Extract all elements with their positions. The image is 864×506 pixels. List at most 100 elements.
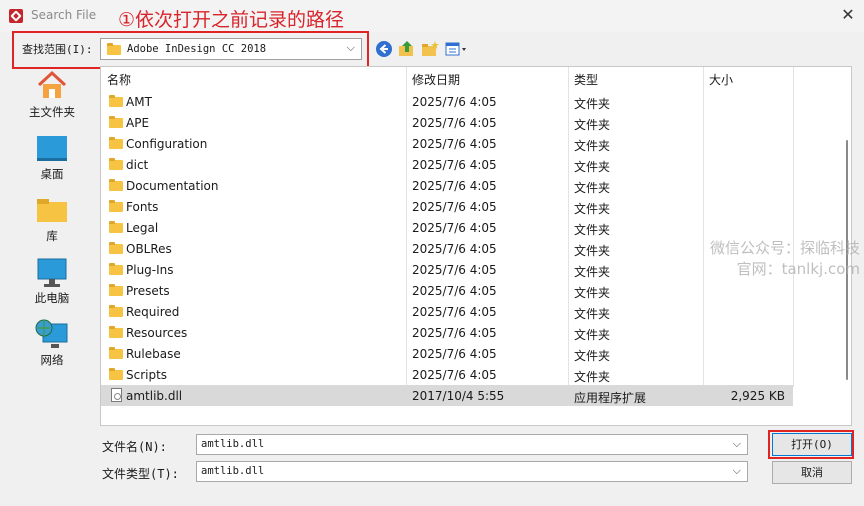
lookin-value: Adobe InDesign CC 2018 (127, 43, 267, 55)
places-sidebar: 主文件夹 桌面 库 此电脑 网络 (14, 66, 90, 426)
file-type: 文件夹 (574, 349, 611, 363)
file-row[interactable]: Required 2025/7/6 4:05 文件夹 (101, 301, 793, 322)
file-modified: 2025/7/6 4:05 (412, 368, 497, 382)
place-home[interactable]: 主文件夹 (14, 66, 90, 126)
annotation-step-1: ①依次打开之前记录的路径 (118, 9, 345, 31)
file-name: APE (126, 116, 150, 130)
filetype-select[interactable]: amtlib.dll ⌵ (196, 461, 748, 482)
file-name: Required (126, 305, 180, 319)
filename-label: 文件名(N): (102, 440, 167, 454)
folder-icon (109, 137, 123, 149)
file-row[interactable]: Scripts 2025/7/6 4:05 文件夹 (101, 364, 793, 385)
view-menu-icon[interactable] (445, 40, 471, 58)
file-modified: 2025/7/6 4:05 (412, 116, 497, 130)
up-folder-icon[interactable] (398, 40, 416, 58)
file-type: 文件夹 (574, 370, 611, 384)
chevron-down-icon: ⌵ (732, 464, 741, 477)
dll-file-icon (111, 388, 122, 402)
desktop-icon (37, 136, 67, 161)
file-modified: 2025/7/6 4:05 (412, 305, 497, 319)
file-name: amtlib.dll (126, 389, 183, 403)
chevron-down-icon: ⌵ (346, 41, 355, 54)
file-name: Presets (126, 284, 170, 298)
place-label: 此电脑 (34, 291, 70, 305)
file-type: 文件夹 (574, 118, 611, 132)
file-row[interactable]: Documentation 2025/7/6 4:05 文件夹 (101, 175, 793, 196)
file-type: 文件夹 (574, 181, 611, 195)
folder-icon (109, 95, 123, 107)
network-icon (35, 319, 68, 348)
file-list-header: 名称 修改日期 类型 大小 (101, 67, 851, 89)
file-row[interactable]: Fonts 2025/7/6 4:05 文件夹 (101, 196, 793, 217)
file-row[interactable]: Legal 2025/7/6 4:05 文件夹 (101, 217, 793, 238)
open-button[interactable]: 打开(O) (772, 433, 852, 456)
file-modified: 2025/7/6 4:05 (412, 242, 497, 256)
place-network[interactable]: 网络 (14, 314, 90, 374)
folder-icon (109, 116, 123, 128)
file-name: Rulebase (126, 347, 181, 361)
column-name[interactable]: 名称 (107, 71, 131, 88)
file-type: 文件夹 (574, 97, 611, 111)
chevron-down-icon[interactable]: ⌵ (733, 437, 741, 451)
new-folder-icon[interactable] (421, 40, 439, 58)
folder-icon (107, 43, 121, 55)
file-modified: 2025/7/6 4:05 (412, 95, 497, 109)
file-modified: 2025/7/6 4:05 (412, 326, 497, 340)
file-row[interactable]: dict 2025/7/6 4:05 文件夹 (101, 154, 793, 175)
file-name: Plug-Ins (126, 263, 174, 277)
file-name: Resources (126, 326, 188, 340)
file-row[interactable]: APE 2025/7/6 4:05 文件夹 (101, 112, 793, 133)
file-modified: 2025/7/6 4:05 (412, 284, 497, 298)
file-name: Documentation (126, 179, 219, 193)
file-modified: 2025/7/6 4:05 (412, 179, 497, 193)
column-size[interactable]: 大小 (709, 71, 733, 88)
file-modified: 2025/7/6 4:05 (412, 200, 497, 214)
folder-icon (109, 305, 123, 317)
filetype-label: 文件类型(T): (102, 467, 179, 481)
close-button[interactable]: ✕ (838, 5, 858, 25)
folder-icon (109, 242, 123, 254)
back-icon[interactable] (375, 40, 393, 58)
file-row[interactable]: amtlib.dll 2017/10/4 5:55 应用程序扩展 2,925 KB (101, 385, 793, 406)
file-modified: 2025/7/6 4:05 (412, 137, 497, 151)
window-title: Search File (31, 8, 97, 22)
file-name: Legal (126, 221, 159, 235)
filename-input[interactable]: amtlib.dll ⌵ (196, 434, 748, 455)
folder-icon (109, 347, 123, 359)
file-name: OBLRes (126, 242, 172, 256)
place-desktop[interactable]: 桌面 (14, 128, 90, 188)
file-name: Fonts (126, 200, 159, 214)
folder-icon (109, 221, 123, 233)
file-type: 文件夹 (574, 160, 611, 174)
file-row[interactable]: Configuration 2025/7/6 4:05 文件夹 (101, 133, 793, 154)
folder-icon (109, 158, 123, 170)
column-type[interactable]: 类型 (574, 71, 598, 88)
watermark-site: 官网：tanlkj.com (736, 260, 860, 278)
file-type: 文件夹 (574, 286, 611, 300)
file-row[interactable]: Presets 2025/7/6 4:05 文件夹 (101, 280, 793, 301)
file-size: 2,925 KB (730, 389, 785, 403)
file-modified: 2017/10/4 5:55 (412, 389, 505, 403)
file-row[interactable]: Resources 2025/7/6 4:05 文件夹 (101, 322, 793, 343)
lookin-label: 查找范围(I): (22, 43, 93, 56)
place-computer[interactable]: 此电脑 (14, 252, 90, 312)
place-library[interactable]: 库 (14, 190, 90, 250)
folder-icon (109, 179, 123, 191)
file-type: 应用程序扩展 (574, 391, 647, 405)
file-type: 文件夹 (574, 139, 611, 153)
place-label: 桌面 (40, 167, 64, 181)
file-type: 文件夹 (574, 202, 611, 216)
file-name: dict (126, 158, 149, 172)
file-row[interactable]: AMT 2025/7/6 4:05 文件夹 (101, 91, 793, 112)
lookin-dropdown[interactable]: Adobe InDesign CC 2018 ⌵ (100, 38, 362, 60)
place-label: 网络 (40, 353, 64, 367)
cancel-button[interactable]: 取消 (772, 461, 852, 484)
file-name: Scripts (126, 368, 168, 382)
file-modified: 2025/7/6 4:05 (412, 347, 497, 361)
column-modified[interactable]: 修改日期 (412, 71, 460, 88)
file-row[interactable]: Rulebase 2025/7/6 4:05 文件夹 (101, 343, 793, 364)
file-type: 文件夹 (574, 244, 611, 258)
filetype-value: amtlib.dll (201, 465, 265, 477)
library-icon (37, 199, 67, 222)
file-modified: 2025/7/6 4:05 (412, 221, 497, 235)
